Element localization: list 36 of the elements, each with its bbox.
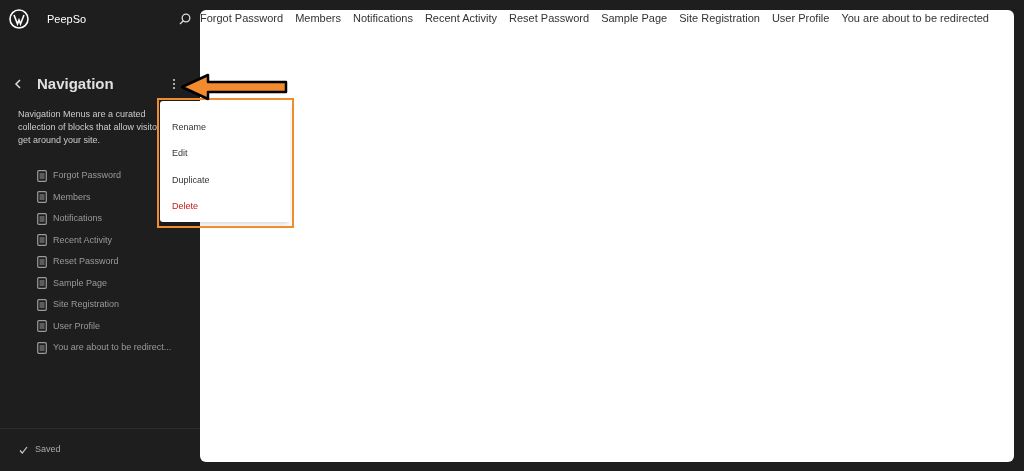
navigation-item[interactable]: Site Registration (37, 294, 200, 316)
panel-description: Navigation Menus are a curated collection of blocks that allow visito get around your site. (18, 108, 156, 147)
preview-nav-link[interactable]: Members (295, 10, 341, 26)
page-icon (37, 277, 47, 290)
page-icon (37, 191, 47, 204)
navigation-item[interactable]: Reset Password (37, 251, 200, 273)
preview-nav-link[interactable]: You are about to be redirected (841, 10, 989, 26)
page-icon (37, 341, 47, 354)
more-options-icon[interactable] (172, 78, 176, 90)
preview-nav-link[interactable]: User Profile (771, 10, 830, 26)
page-icon (37, 212, 47, 225)
page-icon (37, 298, 47, 311)
menu-item[interactable]: Edit (172, 140, 290, 168)
preview-nav-link[interactable]: Recent Activity (424, 10, 498, 26)
preview-nav-link[interactable]: Reset Password (509, 10, 590, 26)
back-icon[interactable] (14, 79, 22, 89)
search-icon[interactable] (179, 13, 191, 25)
navigation-item[interactable]: Sample Page (37, 272, 200, 294)
wordpress-logo-icon[interactable] (9, 9, 29, 29)
preview-nav-link[interactable]: Sample Page (601, 10, 668, 26)
save-status: Saved (35, 443, 61, 457)
navigation-item[interactable]: User Profile (37, 315, 200, 337)
preview-nav-link[interactable]: Site Registration (679, 10, 760, 26)
menu-item[interactable]: Rename (172, 114, 290, 141)
site-name: PeepSo (47, 11, 87, 27)
preview-nav-link[interactable]: Notifications (353, 10, 413, 26)
navigation-item[interactable]: You are about to be redirect... (37, 337, 200, 359)
preview-nav-link[interactable]: Forgot Password (200, 10, 284, 26)
navigation-item[interactable]: Recent Activity (37, 229, 200, 251)
page-icon (37, 320, 47, 333)
checkmark-icon (19, 446, 28, 454)
menu-item[interactable]: Duplicate (172, 167, 290, 194)
page-icon (37, 234, 47, 247)
panel-title: Navigation (37, 73, 114, 94)
page-icon (37, 255, 47, 268)
page-icon (37, 169, 47, 182)
